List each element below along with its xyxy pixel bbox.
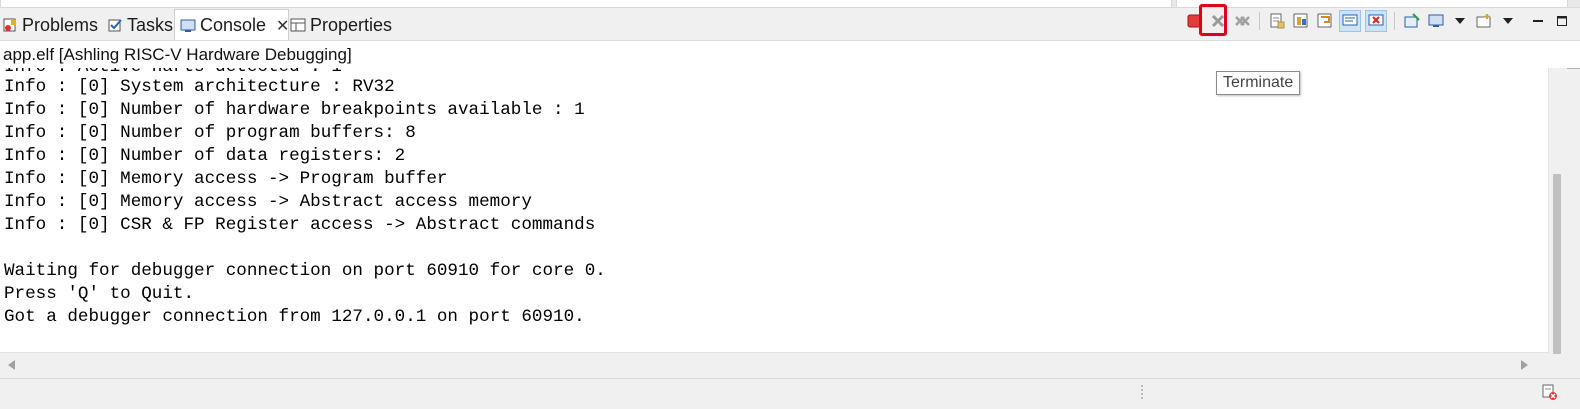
tab-label: Problems: [22, 14, 99, 35]
console-line: Info : [0] Memory access -> Program buff…: [4, 169, 448, 189]
toolbar-separator: [1394, 12, 1395, 30]
open-dropdown-icon[interactable]: [1498, 11, 1518, 31]
show-on-stdout-icon[interactable]: [1339, 10, 1361, 32]
scroll-lock-icon[interactable]: [1291, 11, 1311, 31]
console-line: Info : [0] Memory access -> Abstract acc…: [4, 192, 532, 212]
console-title: app.elf [Ashling RISC-V Hardware Debuggi…: [3, 45, 352, 64]
status-divider: [1141, 385, 1145, 399]
error-log-icon[interactable]: [1541, 383, 1559, 401]
horizontal-scrollbar[interactable]: [0, 352, 1548, 377]
word-wrap-icon[interactable]: [1315, 11, 1335, 31]
console-line: Info : [0] Number of program buffers: 8: [4, 123, 416, 143]
open-console-icon[interactable]: [1474, 11, 1494, 31]
tab-label: Console: [200, 15, 267, 35]
console-line: Info : [0] CSR & FP Register access -> A…: [4, 215, 596, 235]
console-output[interactable]: Info : Active harts detected : 1 Info : …: [0, 68, 1548, 352]
console-line: Info : [0] Number of data registers: 2: [4, 146, 406, 166]
tab-tasks[interactable]: Tasks: [107, 10, 173, 40]
vertical-scrollbar[interactable]: [1548, 68, 1567, 354]
maximize-icon[interactable]: [1552, 11, 1572, 31]
status-bar: [0, 378, 1580, 409]
display-dropdown-icon[interactable]: [1450, 11, 1470, 31]
tab-problems[interactable]: Problems: [2, 10, 98, 40]
tab-label: Properties: [310, 14, 393, 35]
console-line: Got a debugger connection from 127.0.0.1…: [4, 307, 585, 327]
display-console-icon[interactable]: [1426, 11, 1446, 31]
console-line: Info : [0] Number of hardware breakpoint…: [4, 100, 585, 120]
problems-icon: [2, 17, 18, 33]
console-title-bar: app.elf [Ashling RISC-V Hardware Debuggi…: [0, 40, 1580, 69]
toolbar-separator: [1259, 12, 1260, 30]
terminate-highlight: [1199, 4, 1227, 36]
minimize-icon[interactable]: [1528, 11, 1548, 31]
console-icon: [180, 18, 196, 34]
remove-all-terminated-icon[interactable]: [1232, 11, 1252, 31]
properties-icon: [290, 17, 306, 33]
clear-console-icon[interactable]: [1267, 11, 1287, 31]
terminate-tooltip: Terminate: [1216, 71, 1301, 95]
scroll-right-icon[interactable]: [1520, 359, 1530, 371]
show-on-stderr-icon[interactable]: [1365, 10, 1387, 32]
pin-console-icon[interactable]: [1402, 11, 1422, 31]
console-line: Press 'Q' to Quit.: [4, 284, 195, 304]
vertical-scroll-thumb[interactable]: [1553, 174, 1561, 354]
tab-label: Tasks: [127, 14, 174, 35]
tab-properties[interactable]: Properties: [290, 10, 392, 40]
console-line: Waiting for debugger connection on port …: [4, 261, 606, 281]
tab-console[interactable]: Console ✕: [174, 9, 289, 41]
console-toolbar: [1182, 9, 1574, 33]
tasks-icon: [107, 17, 123, 33]
close-icon[interactable]: ✕: [276, 16, 289, 36]
console-line: Info : [0] System architecture : RV32: [4, 77, 395, 97]
scroll-left-icon[interactable]: [6, 359, 16, 371]
